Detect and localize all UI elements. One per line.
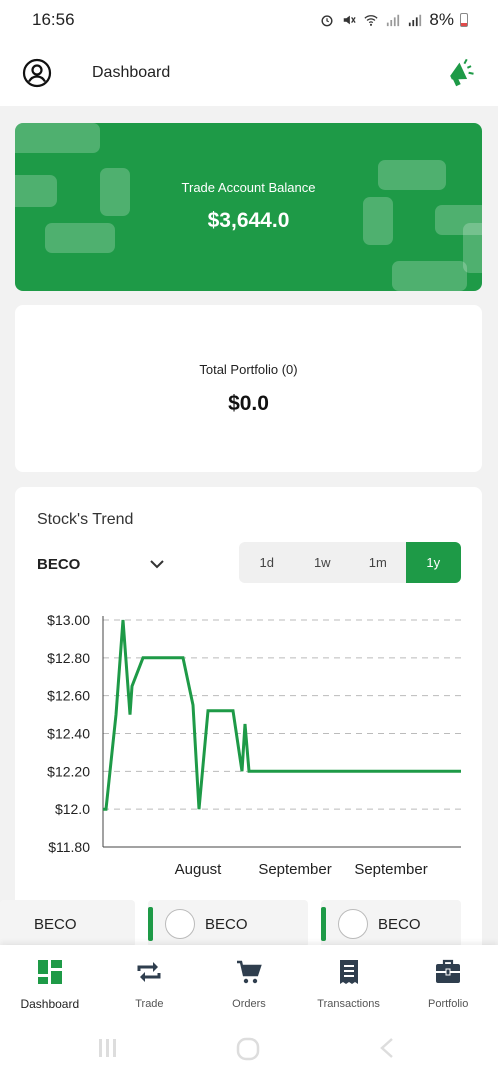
app-header: Dashboard [0, 40, 498, 106]
decor-shape [392, 261, 467, 291]
balance-label: Trade Account Balance [181, 180, 316, 195]
signal-icon [387, 14, 400, 27]
receipt-icon [339, 960, 358, 984]
chart-series-line [103, 619, 461, 811]
trade-icon [137, 962, 161, 982]
stock-logo-placeholder [338, 909, 368, 939]
balance-card: Trade Account Balance $3,644.0 [15, 123, 482, 291]
status-bar: 16:56 8% [0, 0, 498, 40]
wifi-icon [364, 15, 379, 26]
chart-x-tick-label: September [258, 861, 331, 878]
nav-label: Transactions [317, 998, 380, 1010]
stock-mini-accent [321, 907, 326, 941]
back-icon[interactable] [378, 1037, 396, 1059]
dashboard-icon [37, 960, 62, 984]
stock-trend-card: Stock's Trend BECO 1d 1w 1m 1y $13.00 $12… [15, 487, 482, 957]
cart-icon [236, 960, 262, 984]
nav-item-portfolio[interactable]: Portfolio [398, 945, 498, 1025]
nav-item-transactions[interactable]: Transactions [299, 945, 399, 1025]
system-nav-bar [0, 1025, 498, 1080]
chart-y-tick-label: $12.20 [47, 763, 90, 779]
stock-mini-card[interactable]: BECO [0, 900, 135, 948]
status-icons: 8% [319, 10, 468, 30]
stock-mini-label: BECO [34, 915, 77, 933]
stock-mini-card[interactable]: BECO [148, 900, 308, 948]
recent-apps-icon[interactable] [97, 1037, 119, 1059]
stock-mini-card[interactable]: BECO [321, 900, 461, 948]
status-time: 16:56 [32, 10, 75, 29]
decor-shape [15, 123, 100, 153]
battery-icon [460, 13, 468, 27]
megaphone-icon[interactable] [446, 58, 476, 88]
chart-y-tick-label: $12.0 [55, 801, 90, 817]
balance-value: $3,644.0 [207, 209, 290, 232]
alarm-icon [321, 15, 333, 27]
portfolio-value: $0.0 [228, 392, 269, 415]
chart-x-tick-label: August [175, 861, 223, 878]
stock-mini-accent [148, 907, 153, 941]
nav-label: Dashboard [20, 997, 80, 1011]
stock-mini-label: BECO [205, 915, 248, 933]
chart-x-tick-label: September [354, 861, 427, 878]
stock-logo-placeholder [165, 909, 195, 939]
stock-mini-label: BECO [378, 915, 421, 933]
nav-label: Orders [232, 998, 266, 1010]
nav-label: Portfolio [427, 998, 469, 1010]
mute-icon [344, 15, 357, 25]
bottom-nav: Dashboard Trade Orders Transactions Port… [0, 945, 498, 1025]
nav-item-dashboard[interactable]: Dashboard [0, 945, 100, 1025]
briefcase-icon [436, 959, 461, 983]
nav-item-trade[interactable]: Trade [100, 945, 200, 1025]
home-icon[interactable] [236, 1037, 260, 1061]
nav-label: Trade [135, 998, 164, 1010]
chart-y-tick-label: $12.80 [47, 650, 90, 666]
battery-percent: 8% [429, 10, 454, 29]
chart-y-tick-label: $13.00 [47, 612, 90, 628]
portfolio-card[interactable]: Total Portfolio (0) $0.0 [15, 305, 482, 472]
page-title: Dashboard [92, 64, 171, 81]
chart-y-tick-label: $12.60 [47, 688, 90, 704]
trend-chart: $13.00 $12.80 $12.60 $12.40 $12.20 $12.0 $11.8… [47, 612, 461, 878]
chart-y-tick-label: $11.80 [48, 839, 90, 855]
user-circle-icon[interactable] [22, 58, 52, 88]
nav-item-orders[interactable]: Orders [199, 945, 299, 1025]
chart-y-tick-label: $12.40 [47, 726, 90, 742]
signal-2-icon [409, 14, 422, 27]
portfolio-label: Total Portfolio (0) [199, 362, 298, 377]
